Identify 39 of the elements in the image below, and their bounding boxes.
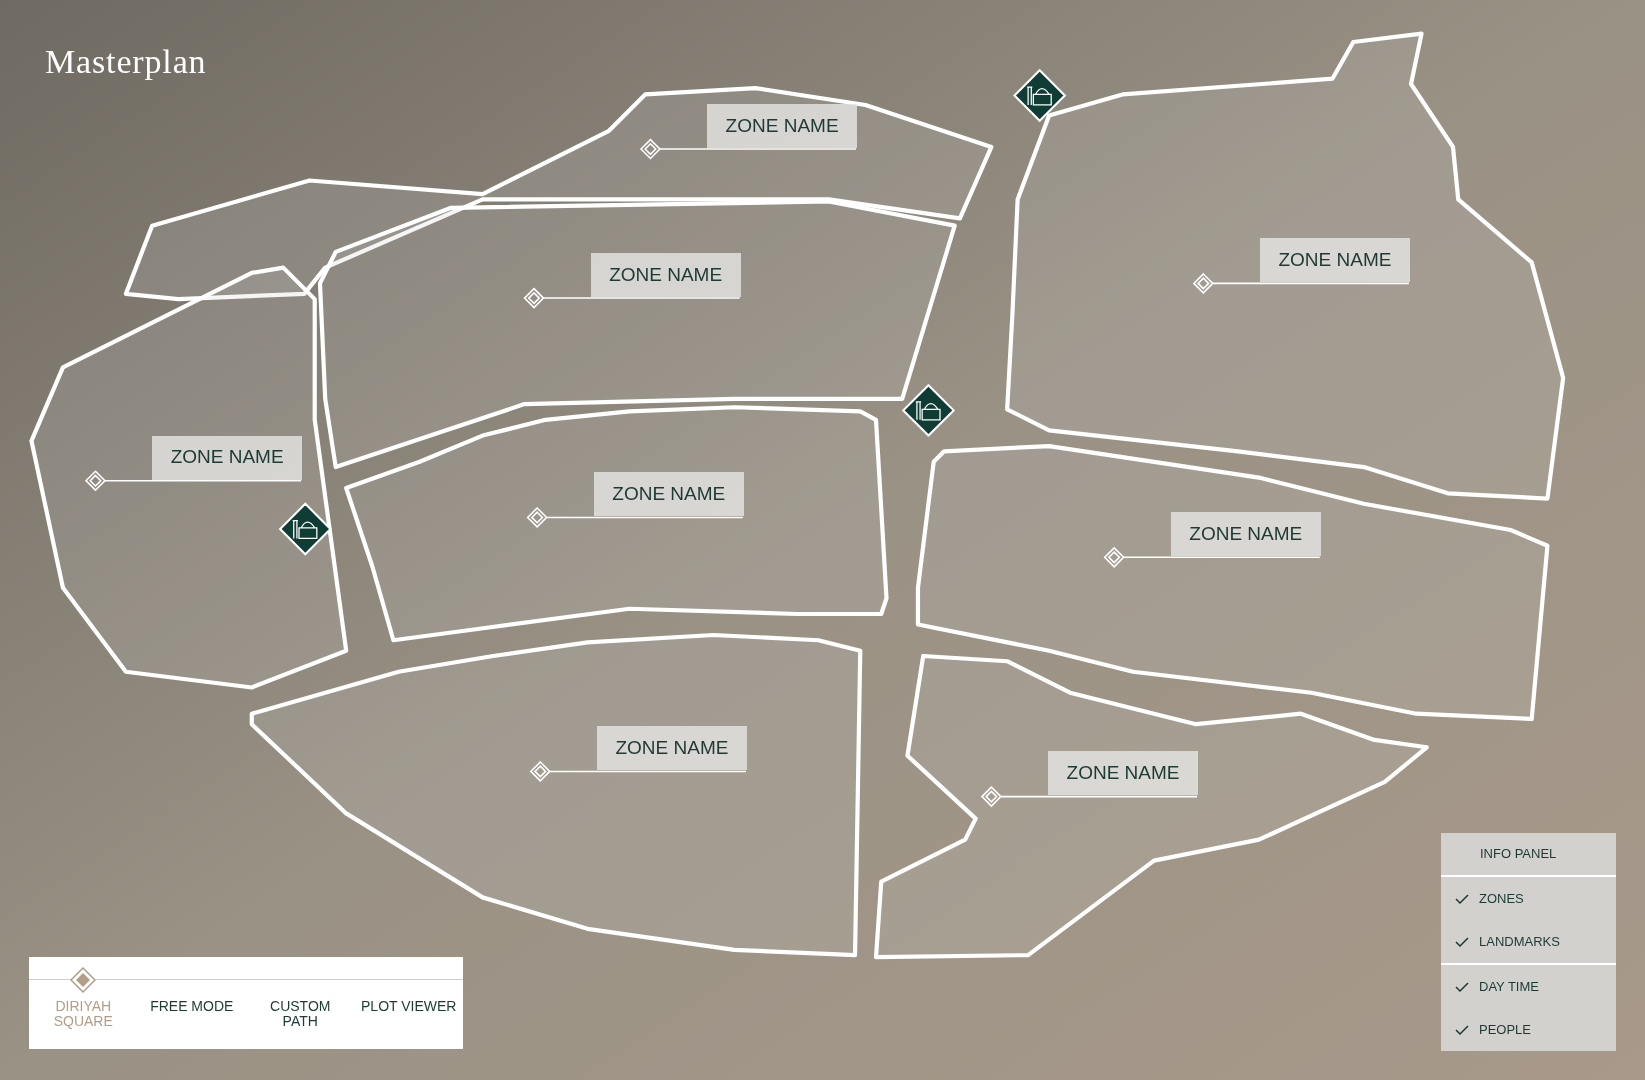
- checkmark-icon: [1455, 893, 1469, 904]
- mosque-marker-icon[interactable]: [901, 383, 956, 438]
- checkmark-icon: [1455, 981, 1469, 992]
- diamond-marker-icon[interactable]: [526, 506, 548, 528]
- zone-label[interactable]: ZONE NAME: [707, 103, 858, 148]
- layer-toggle[interactable]: DAY TIME: [1441, 965, 1616, 1008]
- diamond-marker-icon[interactable]: [84, 470, 106, 492]
- zone-label[interactable]: ZONE NAME: [1259, 238, 1410, 283]
- zone-label[interactable]: ZONE NAME: [152, 435, 303, 480]
- page-title: Masterplan: [45, 42, 207, 82]
- zone-outline[interactable]: [29, 265, 349, 690]
- zone-outline[interactable]: [249, 632, 863, 958]
- mosque-marker-icon[interactable]: [1013, 68, 1067, 123]
- info-panel-title: INFO PANEL: [1479, 845, 1558, 864]
- mode-tab[interactable]: CUSTOM PATH: [252, 999, 349, 1029]
- diamond-marker-icon[interactable]: [980, 786, 1002, 808]
- diamond-marker-icon[interactable]: [639, 138, 661, 160]
- layer-toggle[interactable]: LANDMARKS: [1441, 920, 1616, 963]
- zone-label[interactable]: ZONE NAME: [1170, 512, 1321, 557]
- diamond-marker-icon[interactable]: [529, 760, 551, 782]
- zone-label[interactable]: ZONE NAME: [593, 472, 744, 517]
- mode-tab[interactable]: FREE MODE: [143, 999, 240, 1014]
- diamond-marker-icon[interactable]: [1103, 546, 1125, 568]
- layer-toggle[interactable]: ZONES: [1441, 877, 1616, 920]
- checkmark-icon: [1455, 1024, 1469, 1035]
- diamond-marker-icon[interactable]: [523, 287, 545, 309]
- zone-label[interactable]: ZONE NAME: [596, 726, 747, 771]
- mode-tab[interactable]: PLOT VIEWER: [360, 999, 457, 1014]
- mosque-marker-icon[interactable]: [278, 502, 332, 556]
- zone-outline[interactable]: [344, 405, 889, 643]
- zone-outline[interactable]: [1005, 31, 1566, 501]
- layer-toggle[interactable]: PEOPLE: [1441, 1008, 1616, 1051]
- zone-outline[interactable]: [873, 653, 1429, 960]
- zone-outline[interactable]: [915, 443, 1550, 722]
- zone-outline[interactable]: [317, 199, 957, 470]
- zone-label[interactable]: ZONE NAME: [1048, 751, 1199, 796]
- checkmark-icon: [1455, 936, 1469, 947]
- zone-label[interactable]: ZONE NAME: [590, 252, 741, 297]
- diamond-marker-icon[interactable]: [1192, 272, 1214, 294]
